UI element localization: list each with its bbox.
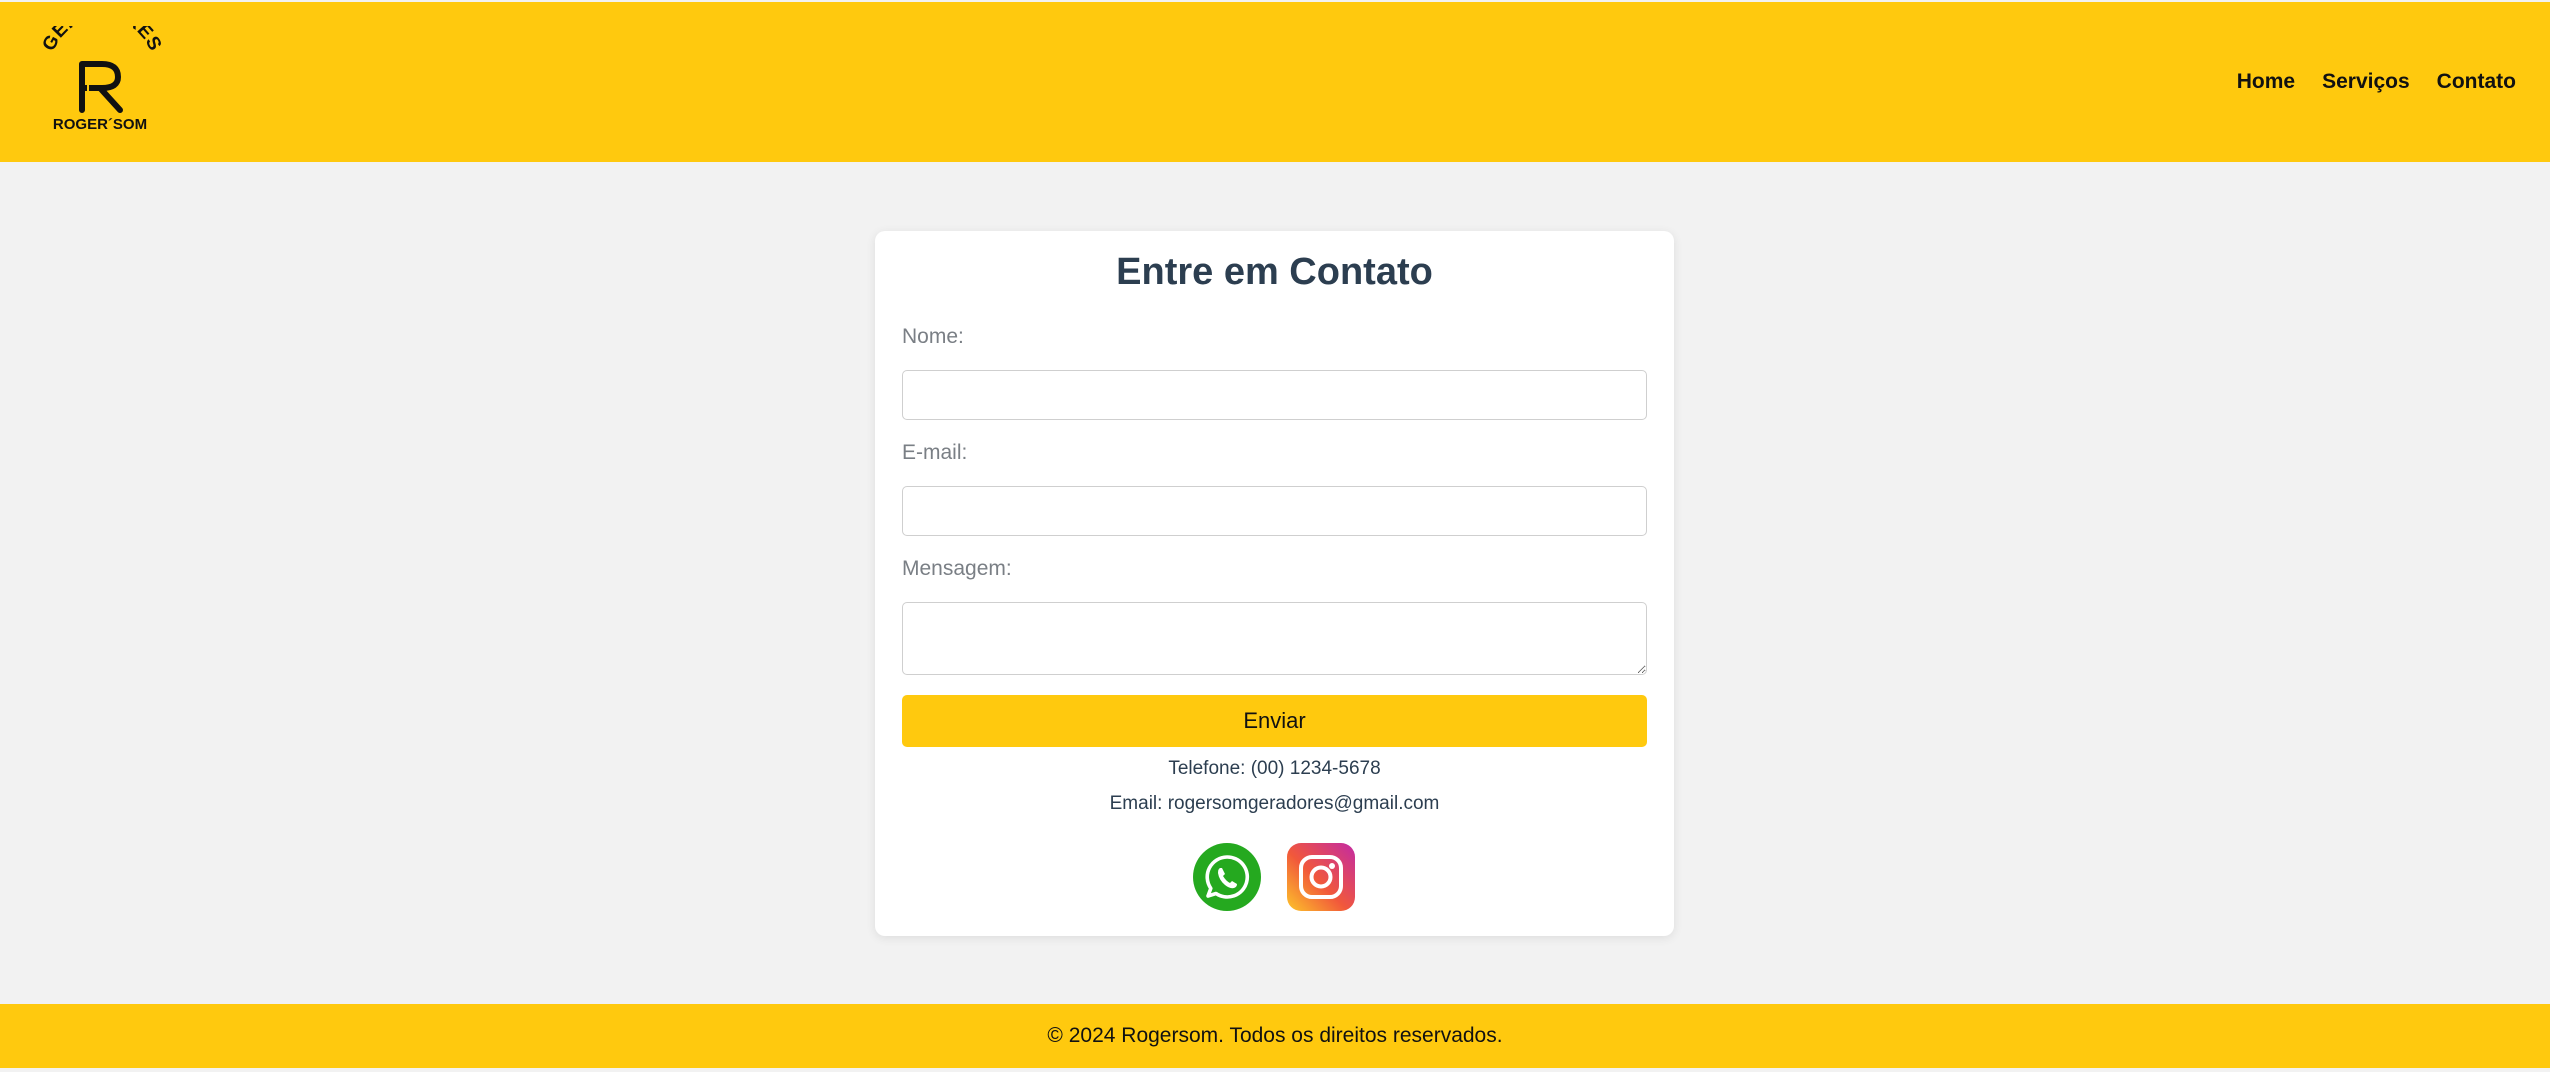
nav-servicos-link[interactable]: Serviços <box>2322 70 2410 94</box>
logo[interactable]: GERADORES ROGER´SOM <box>38 2 165 138</box>
submit-button[interactable]: Enviar <box>902 695 1647 747</box>
contact-email: Email: rogersomgeradores@gmail.com <box>1109 793 1440 814</box>
instagram-icon[interactable] <box>1287 843 1355 911</box>
email-field[interactable] <box>902 486 1647 536</box>
email-label: E-mail: <box>902 441 968 464</box>
nav-contato-link[interactable]: Contato <box>2437 70 2516 94</box>
whatsapp-icon[interactable] <box>1193 843 1261 911</box>
name-field[interactable] <box>902 370 1647 420</box>
svg-text:ROGER´SOM: ROGER´SOM <box>53 116 147 133</box>
message-field[interactable] <box>902 602 1647 675</box>
main-nav: Home Serviços Contato <box>2237 2 2516 162</box>
contact-card: Entre em Contato Nome: E-mail: Mensagem:… <box>875 231 1674 936</box>
footer-copyright: © 2024 Rogersom. Todos os direitos reser… <box>1047 1024 1503 1047</box>
svg-text:GERADORES: GERADORES <box>38 26 162 54</box>
contact-phone: Telefone: (00) 1234-5678 <box>1168 758 1381 779</box>
nav-home-link[interactable]: Home <box>2237 70 2295 94</box>
contact-title: Entre em Contato <box>1116 251 1433 293</box>
message-label: Mensagem: <box>902 557 1012 580</box>
name-label: Nome: <box>902 325 964 348</box>
site-footer: © 2024 Rogersom. Todos os direitos reser… <box>0 1004 2550 1068</box>
site-header: GERADORES ROGER´SOM Home Serviços Contat… <box>0 2 2550 162</box>
